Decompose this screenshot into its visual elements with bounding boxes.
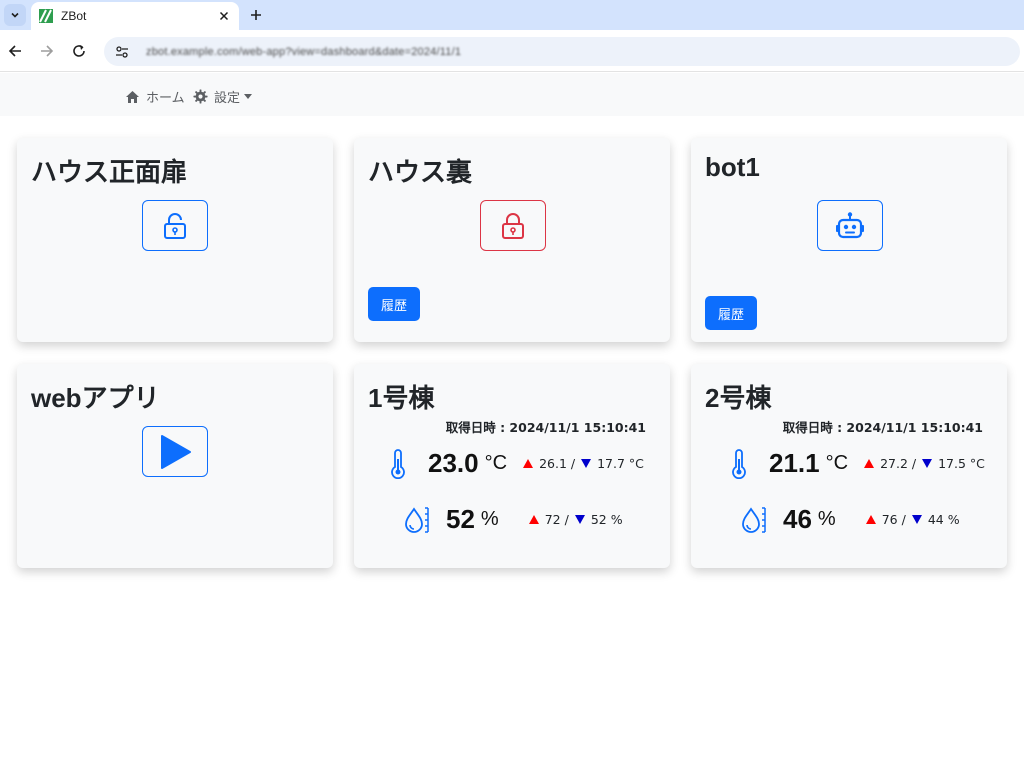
gear-icon	[193, 89, 208, 104]
min-arrow-icon	[581, 459, 592, 468]
temperature-unit: °C	[484, 452, 508, 474]
humidity-range: 76 / 44 %	[865, 512, 960, 527]
card-webapp: webアプリ	[17, 364, 333, 568]
bot1-history-button[interactable]: 履歴	[705, 296, 757, 330]
min-arrow-icon	[911, 515, 922, 524]
back-button[interactable]	[5, 41, 25, 61]
humidity-value: 46	[783, 504, 812, 534]
humidity-row: 52 % 72 / 52 %	[404, 504, 623, 535]
front-door-lock-button[interactable]	[142, 200, 208, 251]
browser-tab-active[interactable]: ZBot	[31, 2, 239, 30]
humidity-row: 46 % 76 / 44 %	[741, 504, 960, 535]
reload-icon	[73, 45, 85, 57]
lock-icon	[502, 212, 524, 239]
humidity-icon	[405, 506, 429, 533]
tab-search-button[interactable]	[4, 4, 26, 26]
temperature-range: 26.1 / 17.7 °C	[523, 456, 644, 471]
acquired-datetime: 取得日時 : 2024/11/1 15:10:41	[445, 420, 646, 435]
app-navbar: ホーム 設定	[0, 73, 1024, 116]
plus-icon	[251, 10, 261, 20]
card-title: bot1	[705, 152, 760, 182]
unlock-icon	[164, 212, 186, 239]
thermometer-icon	[391, 448, 405, 479]
humidity-range: 72 / 52 %	[528, 512, 623, 527]
browser-tabstrip: ZBot	[0, 0, 1024, 30]
bot1-button[interactable]	[817, 200, 883, 251]
card-building-1: 1号棟 取得日時 : 2024/11/1 15:10:41 23.0 °C 26…	[354, 364, 670, 568]
humidity-unit: %	[817, 508, 836, 530]
temperature-max: 27.2 /	[880, 456, 917, 471]
play-icon	[161, 434, 191, 469]
chevron-down-icon	[11, 12, 19, 18]
url-text: zbot.example.com/web-app?view=dashboard&…	[146, 45, 462, 58]
nav-settings-dropdown[interactable]: 設定	[193, 87, 253, 106]
card-title: 2号棟	[705, 383, 772, 413]
min-arrow-icon	[922, 459, 933, 468]
house-back-history-button[interactable]: 履歴	[368, 287, 420, 321]
arrow-right-icon	[41, 45, 54, 57]
card-building-2: 2号棟 取得日時 : 2024/11/1 15:10:41 21.1 °C 27…	[691, 364, 1007, 568]
temperature-range: 27.2 / 17.5 °C	[864, 456, 985, 471]
humidity-max: 76 /	[881, 512, 906, 527]
temperature-row: 23.0 °C 26.1 / 17.7 °C	[390, 448, 644, 479]
min-arrow-icon	[574, 515, 585, 524]
max-arrow-icon	[523, 459, 534, 468]
site-info-icon[interactable]	[112, 42, 132, 62]
thermometer-icon	[732, 448, 746, 479]
card-title: 1号棟	[368, 383, 435, 413]
new-tab-button[interactable]	[246, 5, 266, 25]
temperature-value: 23.0	[428, 448, 479, 478]
home-icon	[126, 90, 139, 103]
temperature-value: 21.1	[769, 448, 820, 478]
card-house-back: ハウス裏 履歴	[354, 138, 670, 342]
house-back-lock-button[interactable]	[480, 200, 546, 251]
acquired-datetime: 取得日時 : 2024/11/1 15:10:41	[782, 420, 983, 435]
card-front-door: ハウス正面扉	[17, 138, 333, 342]
webapp-play-button[interactable]	[142, 426, 208, 477]
max-arrow-icon	[864, 459, 875, 468]
forward-button[interactable]	[37, 41, 57, 61]
temperature-row: 21.1 °C 27.2 / 17.5 °C	[731, 448, 985, 479]
humidity-icon	[742, 506, 766, 533]
temperature-max: 26.1 /	[539, 456, 576, 471]
card-title: webアプリ	[31, 383, 160, 413]
humidity-value: 52	[446, 504, 475, 534]
card-bot1: bot1 履歴	[691, 138, 1007, 342]
humidity-min: 44 %	[927, 512, 960, 527]
tab-title: ZBot	[61, 9, 87, 23]
humidity-min: 52 %	[590, 512, 623, 527]
humidity-max: 72 /	[544, 512, 569, 527]
humidity-unit: %	[480, 508, 499, 530]
card-title: ハウス正面扉	[31, 157, 188, 187]
temperature-min: 17.5 °C	[938, 456, 985, 471]
nav-home-label: ホーム	[146, 91, 185, 106]
reload-button[interactable]	[69, 41, 89, 61]
arrow-left-icon	[8, 45, 21, 57]
temperature-unit: °C	[825, 452, 849, 474]
nav-home-link[interactable]: ホーム	[125, 87, 185, 106]
caret-down-icon	[244, 94, 253, 99]
robot-icon	[836, 211, 864, 238]
nav-settings-label: 設定	[214, 91, 241, 106]
card-title: ハウス裏	[368, 157, 473, 187]
max-arrow-icon	[865, 515, 876, 524]
zbot-favicon-icon	[39, 9, 53, 23]
browser-toolbar: zbot.example.com/web-app?view=dashboard&…	[0, 30, 1024, 72]
address-bar[interactable]: zbot.example.com/web-app?view=dashboard&…	[104, 37, 1020, 66]
tab-close-icon[interactable]	[217, 9, 231, 23]
max-arrow-icon	[528, 515, 539, 524]
temperature-min: 17.7 °C	[597, 456, 644, 471]
